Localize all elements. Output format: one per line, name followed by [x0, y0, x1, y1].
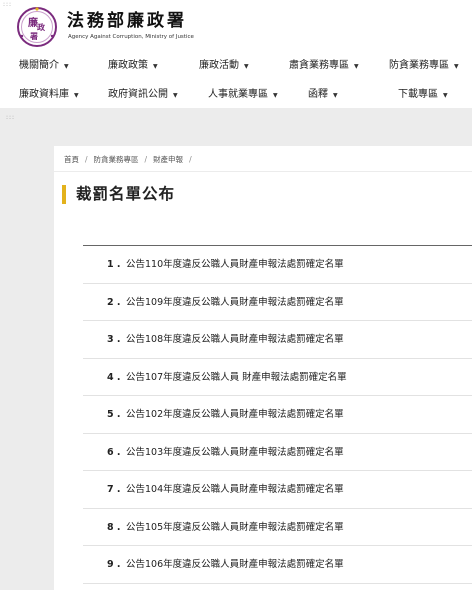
- main-nav-row-2: 廉政資料庫 ▼ 政府資訊公開 ▼ 人事就業專區 ▼ 函釋 ▼ 下載專區 ▼: [0, 84, 472, 106]
- item-number: 8 .: [107, 521, 121, 533]
- nav-item-policy[interactable]: 廉政政策 ▼: [108, 55, 158, 77]
- item-number: 4 .: [107, 371, 121, 383]
- svg-text:署: 署: [29, 31, 38, 41]
- svg-text:政: 政: [37, 22, 45, 32]
- nav-item-database[interactable]: 廉政資料庫 ▼: [19, 84, 79, 106]
- main-nav-row-1: 機關簡介 ▼ 廉政政策 ▼ 廉政活動 ▼ 肅貪業務專區 ▼ 防貪業務專區 ▼: [0, 55, 472, 77]
- nav-label: 防貪業務專區: [389, 60, 449, 71]
- item-number: 7 .: [107, 484, 121, 495]
- breadcrumb-home[interactable]: 首頁: [64, 155, 79, 164]
- nav-item-activities[interactable]: 廉政活動 ▼: [199, 55, 249, 77]
- nav-label: 廉政政策: [108, 60, 148, 71]
- chevron-down-icon: ▼: [333, 92, 338, 99]
- main-content: 首頁 / 防貪業務專區 / 財產申報 / 裁罰名單公布 1 . 公告110年度違反公職人員財…: [54, 146, 472, 590]
- list-item[interactable]: 7 . 公告104年度違反公職人員財產申報法處罰確定名單: [83, 471, 472, 509]
- nav-label: 函釋: [308, 89, 328, 100]
- item-link[interactable]: 公告102年度違反公職人員財產申報法處罰確定名單: [126, 396, 344, 433]
- item-number: 2 .: [107, 296, 121, 308]
- page-title: 裁罰名單公布: [76, 185, 176, 203]
- item-link[interactable]: 公告108年度違反公職人員財產申報法處罰確定名單: [126, 321, 344, 358]
- item-number: 9 .: [107, 559, 121, 570]
- chevron-down-icon: ▼: [74, 92, 79, 99]
- nav-item-prevention[interactable]: 防貪業務專區 ▼: [389, 55, 459, 77]
- breadcrumb-asset-declaration[interactable]: 財產申報: [153, 155, 183, 164]
- nav-item-personnel[interactable]: 人事就業專區 ▼: [208, 84, 278, 106]
- breadcrumb-prevention[interactable]: 防貪業務專區: [94, 155, 139, 164]
- chevron-down-icon: ▼: [273, 92, 278, 99]
- list-item[interactable]: 1 . 公告110年度違反公職人員財產申報法處罰確定名單: [83, 246, 472, 284]
- site-title[interactable]: 法務部廉政署: [67, 11, 187, 31]
- list-item[interactable]: 9 . 公告106年度違反公職人員財產申報法處罰確定名單: [83, 546, 472, 584]
- site-title-en: Agency Against Corruption, Ministry of J…: [68, 34, 194, 40]
- nav-label: 人事就業專區: [208, 89, 268, 100]
- nav-item-downloads[interactable]: 下載專區 ▼: [398, 84, 448, 106]
- item-link[interactable]: 公告103年度違反公職人員財產申報法處罰確定名單: [126, 434, 344, 471]
- list-item[interactable]: 5 . 公告102年度違反公職人員財產申報法處罰確定名單: [83, 396, 472, 434]
- list-item[interactable]: 4 . 公告107年度違反公職人員 財產申報法處罰確定名單: [83, 359, 472, 396]
- breadcrumb-separator: /: [144, 155, 148, 164]
- chevron-down-icon: ▼: [173, 92, 178, 99]
- item-link[interactable]: 公告106年度違反公職人員財產申報法處罰確定名單: [126, 546, 344, 583]
- item-link[interactable]: 公告105年度違反公職人員財產申報法處罰確定名單: [126, 509, 344, 546]
- breadcrumb-separator: /: [189, 155, 192, 164]
- nav-label: 下載專區: [398, 89, 438, 100]
- item-number: 5 .: [107, 409, 121, 420]
- item-link[interactable]: 公告109年度違反公職人員財產申報法處罰確定名單: [126, 284, 344, 321]
- breadcrumb-separator: /: [85, 155, 88, 164]
- item-link[interactable]: 公告104年度違反公職人員財產申報法處罰確定名單: [126, 471, 344, 508]
- item-link[interactable]: 公告107年度違反公職人員 財產申報法處罰確定名單: [126, 359, 347, 396]
- list-item[interactable]: 3 . 公告108年度違反公職人員財產申報法處罰確定名單: [83, 321, 472, 359]
- list-item[interactable]: 8 . 公告105年度違反公職人員財產申報法處罰確定名單: [83, 509, 472, 546]
- divider: [54, 171, 472, 172]
- chevron-down-icon: ▼: [443, 92, 448, 99]
- chevron-down-icon: ▼: [244, 63, 249, 70]
- chevron-down-icon: ▼: [64, 63, 69, 70]
- announcement-list: 1 . 公告110年度違反公職人員財產申報法處罰確定名單 2 . 公告109年度違反…: [83, 246, 472, 584]
- accesskey-top[interactable]: :::: [3, 1, 12, 8]
- nav-label: 政府資訊公開: [108, 89, 168, 100]
- nav-item-about[interactable]: 機關簡介 ▼: [19, 55, 69, 77]
- chevron-down-icon: ▼: [354, 63, 359, 70]
- item-number: 3 .: [107, 334, 121, 345]
- agency-logo-icon[interactable]: 廉 政 署: [16, 6, 58, 48]
- nav-label: 機關簡介: [19, 60, 59, 71]
- nav-item-interpretation[interactable]: 函釋 ▼: [308, 84, 338, 106]
- site-header: ::: 廉 政 署 法務部廉政署 Agency Against Corrupti…: [0, 0, 472, 108]
- breadcrumb: 首頁 / 防貪業務專區 / 財產申報 /: [64, 154, 198, 166]
- nav-label: 肅貪業務專區: [289, 60, 349, 71]
- item-link[interactable]: 公告110年度違反公職人員財產申報法處罰確定名單: [126, 246, 344, 283]
- chevron-down-icon: ▼: [454, 63, 459, 70]
- nav-label: 廉政活動: [199, 60, 239, 71]
- list-item[interactable]: 6 . 公告103年度違反公職人員財產申報法處罰確定名單: [83, 434, 472, 471]
- item-number: 6 .: [107, 446, 121, 458]
- nav-item-anticorruption[interactable]: 肅貪業務專區 ▼: [289, 55, 359, 77]
- nav-item-disclosure[interactable]: 政府資訊公開 ▼: [108, 84, 178, 106]
- list-item[interactable]: 2 . 公告109年度違反公職人員財產申報法處罰確定名單: [83, 284, 472, 321]
- nav-label: 廉政資料庫: [19, 89, 69, 100]
- chevron-down-icon: ▼: [153, 63, 158, 70]
- title-accent-bar: [62, 185, 66, 204]
- accesskey-content[interactable]: :::: [6, 114, 15, 121]
- item-number: 1 .: [107, 259, 121, 270]
